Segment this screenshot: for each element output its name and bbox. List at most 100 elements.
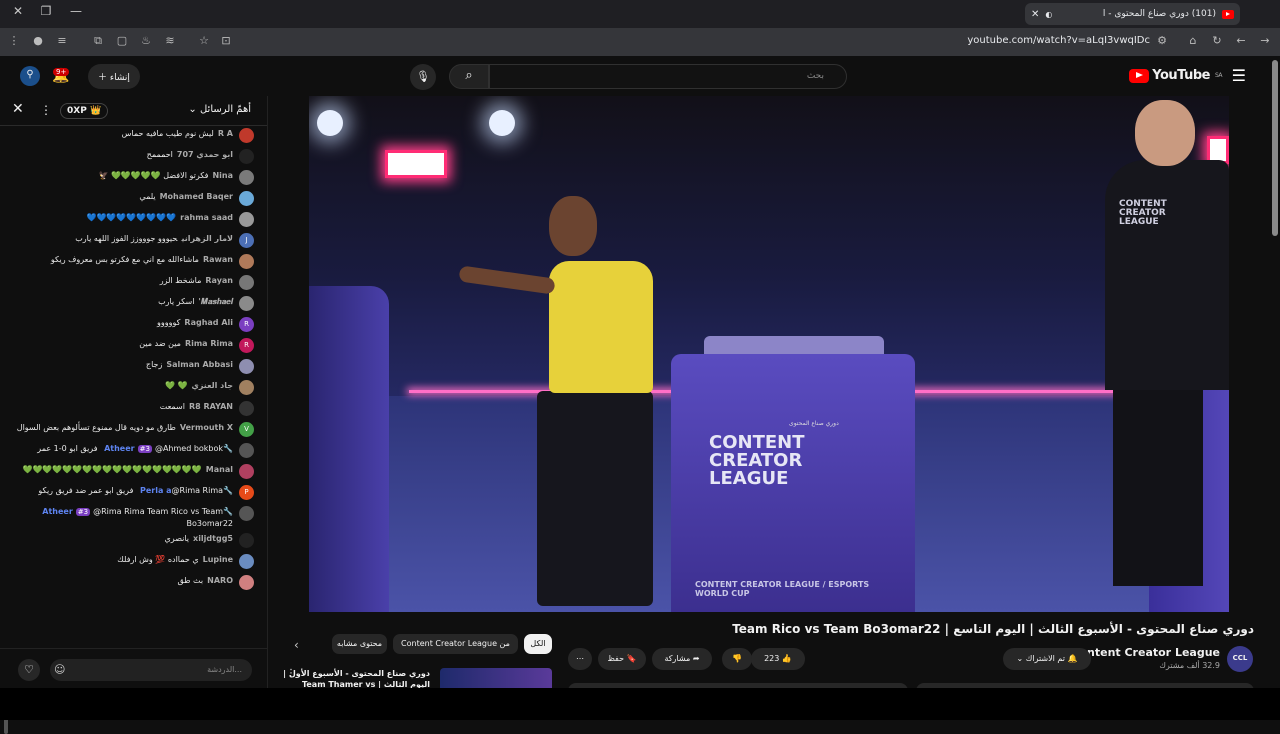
extension-fire-icon[interactable]: ♨: [138, 34, 154, 47]
close-chat-icon[interactable]: ✕: [12, 101, 24, 117]
chat-message[interactable]: J لامار الزهرانيحيووو جوووزز الفوز اللهه …: [0, 231, 262, 252]
site-settings-icon[interactable]: ⚙: [1154, 34, 1170, 47]
page-scrollbar[interactable]: [1272, 60, 1278, 236]
chat-avatar[interactable]: [239, 191, 254, 206]
chat-avatar[interactable]: [239, 212, 254, 227]
forward-icon[interactable]: ←: [1233, 34, 1249, 47]
search-button-icon[interactable]: ⌕: [449, 64, 489, 89]
recommended-thumbnail[interactable]: [440, 668, 552, 690]
chat-avatar[interactable]: [239, 254, 254, 269]
chat-avatar[interactable]: V: [239, 422, 254, 437]
chat-message[interactable]: NAROبث طق: [0, 573, 262, 594]
chat-avatar[interactable]: [239, 275, 254, 290]
chat-author[interactable]: Perla a: [140, 486, 172, 495]
close-window-icon[interactable]: ✕: [8, 4, 28, 18]
xp-badge[interactable]: 0XP 👑: [60, 103, 109, 119]
extensions-icon[interactable]: ⧉: [90, 34, 106, 48]
chat-message[interactable]: P 🔧 Perla a@Rima Rima فريق ابو عمر ضد فريق…: [0, 483, 262, 504]
more-menu-icon[interactable]: ⋮: [6, 34, 22, 47]
chat-avatar[interactable]: [239, 464, 254, 479]
chat-mode-dropdown[interactable]: ⌄ أهمّ الرسائل: [188, 104, 251, 115]
chat-avatar[interactable]: R: [239, 338, 254, 353]
chat-messages-list[interactable]: R A ليش نوم طيب مافيه حماس ابو حمدي 707 احم…: [0, 126, 262, 646]
dislike-button[interactable]: 👎: [722, 648, 752, 670]
chat-message[interactable]: جاد العنزي 💚 💚: [0, 378, 262, 399]
chat-author[interactable]: لامار الزهراني: [181, 234, 233, 243]
url-text[interactable]: youtube.com/watch?v=aLqI3vwqIDc: [967, 35, 1150, 46]
chat-message[interactable]: Ninaفكرتو الافضل 💚💚💚💚💚 🦅: [0, 168, 262, 189]
chat-author[interactable]: 𝑴𝒂𝒔𝒉𝒂𝒆𝒍': [198, 297, 233, 306]
chat-author[interactable]: Lupine: [203, 555, 233, 564]
chat-avatar[interactable]: [239, 380, 254, 395]
emoji-picker-icon[interactable]: ☺: [54, 663, 65, 676]
chat-author[interactable]: Salman Abbasi: [166, 360, 233, 369]
chat-author[interactable]: rahma saad: [180, 213, 233, 222]
chip-from-channel[interactable]: من Content Creator League: [393, 634, 518, 654]
chat-author[interactable]: NARO: [207, 576, 233, 585]
chat-message[interactable]: rahma saad💙💙💙💙💙💙💙💙💙: [0, 210, 262, 231]
reading-list-icon[interactable]: ≡: [54, 34, 70, 47]
more-actions-button[interactable]: ⋯: [568, 648, 592, 670]
back-icon[interactable]: →: [1257, 34, 1273, 47]
maximize-icon[interactable]: ❐: [36, 4, 56, 18]
chat-message[interactable]: 🔧Atheer #3@Ahmed bokbok فريق ابو 0-1 عمر: [0, 441, 262, 462]
chevron-left-icon[interactable]: ‹: [294, 638, 299, 652]
voice-search-mic-icon[interactable]: 🎙: [410, 64, 436, 90]
subscribed-button[interactable]: ⌄ تم الاشتراك 🔔: [1003, 648, 1091, 670]
browser-tab-active[interactable]: (101) دوري صناع المحتوى - ا ◐ ✕: [1025, 3, 1240, 25]
chat-avatar[interactable]: [239, 359, 254, 374]
chat-author[interactable]: Atheer: [104, 444, 135, 453]
reload-icon[interactable]: ↻: [1209, 34, 1225, 47]
chat-author[interactable]: Mohamed Baqer: [160, 192, 233, 201]
video-player[interactable]: CONTENT CREATOR LEAGUE دوري صناع المحتوى…: [309, 96, 1229, 612]
home-icon[interactable]: ⌂: [1185, 34, 1201, 47]
channel-name[interactable]: Content Creator League: [1071, 646, 1220, 659]
tab-close-icon[interactable]: ✕: [1031, 9, 1039, 20]
chat-avatar[interactable]: [239, 149, 254, 164]
chat-author[interactable]: Rawan: [203, 255, 233, 264]
chat-avatar[interactable]: [239, 401, 254, 416]
chat-message[interactable]: R Rima Rima مين ضد مين: [0, 336, 262, 357]
chat-avatar[interactable]: [239, 533, 254, 548]
save-button[interactable]: حفظ 🔖: [598, 648, 646, 670]
chat-message[interactable]: 𝑴𝒂𝒔𝒉𝒂𝒆𝒍'اسكر يارب: [0, 294, 262, 315]
chat-author[interactable]: Atheer: [42, 507, 73, 516]
like-button[interactable]: 223 👍: [751, 648, 805, 670]
chat-avatar[interactable]: [239, 443, 254, 458]
recommended-more-icon[interactable]: ⋮: [286, 668, 296, 679]
chat-message[interactable]: R8 RAYAN اسمعت: [0, 399, 262, 420]
chat-avatar[interactable]: P: [239, 485, 254, 500]
chat-author[interactable]: R A: [218, 129, 233, 138]
chat-message[interactable]: Mohamed Baqer يلمي: [0, 189, 262, 210]
share-button[interactable]: مشاركة ➦: [652, 648, 712, 670]
chat-avatar[interactable]: [239, 554, 254, 569]
minimize-icon[interactable]: —: [66, 4, 86, 18]
chat-message[interactable]: Manal 💚💚💚💚💚💚💚💚💚💚💚💚💚💚💚💚💚💚: [0, 462, 262, 483]
chat-message[interactable]: 🔧 Atheer #3 @Rima Rima Team Rico vs Team Bo…: [0, 504, 262, 531]
chat-author[interactable]: Manal: [206, 465, 233, 474]
chat-avatar[interactable]: [239, 296, 254, 311]
chat-message[interactable]: V Vermouth X طارق مو دويه قال ممنوع تسألوه…: [0, 420, 262, 441]
chat-author[interactable]: Nina: [212, 171, 233, 180]
user-avatar[interactable]: ⚲: [20, 66, 40, 86]
search-input[interactable]: بحث: [489, 64, 847, 89]
chat-message[interactable]: Rawan ماشاءالله مع اني مع فكرتو بس معروف …: [0, 252, 262, 273]
chat-author[interactable]: Vermouth X: [180, 423, 233, 432]
create-button[interactable]: ＋ إنشاء: [88, 64, 140, 89]
chat-author[interactable]: Rayan: [205, 276, 233, 285]
chat-avatar[interactable]: [239, 128, 254, 143]
chip-related[interactable]: محتوى مشابه: [332, 634, 387, 654]
chat-avatar[interactable]: J: [239, 233, 254, 248]
chat-more-icon[interactable]: ⋮: [40, 103, 52, 117]
chip-all[interactable]: الكل: [524, 634, 552, 654]
chat-author[interactable]: جاد العنزي: [192, 381, 234, 390]
extension-icon[interactable]: ▢: [114, 34, 130, 47]
channel-avatar[interactable]: CCL: [1227, 646, 1253, 672]
chat-message[interactable]: R Raghad Aliكووووو: [0, 315, 262, 336]
chat-author[interactable]: xiljdtgg5: [193, 534, 233, 543]
chat-message[interactable]: R A ليش نوم طيب مافيه حماس: [0, 126, 262, 147]
chat-author[interactable]: Rima Rima: [185, 339, 233, 348]
chat-avatar[interactable]: [239, 170, 254, 185]
chat-message[interactable]: xiljdtgg5يانصري: [0, 531, 262, 552]
chat-author[interactable]: R8 RAYAN: [189, 402, 233, 411]
